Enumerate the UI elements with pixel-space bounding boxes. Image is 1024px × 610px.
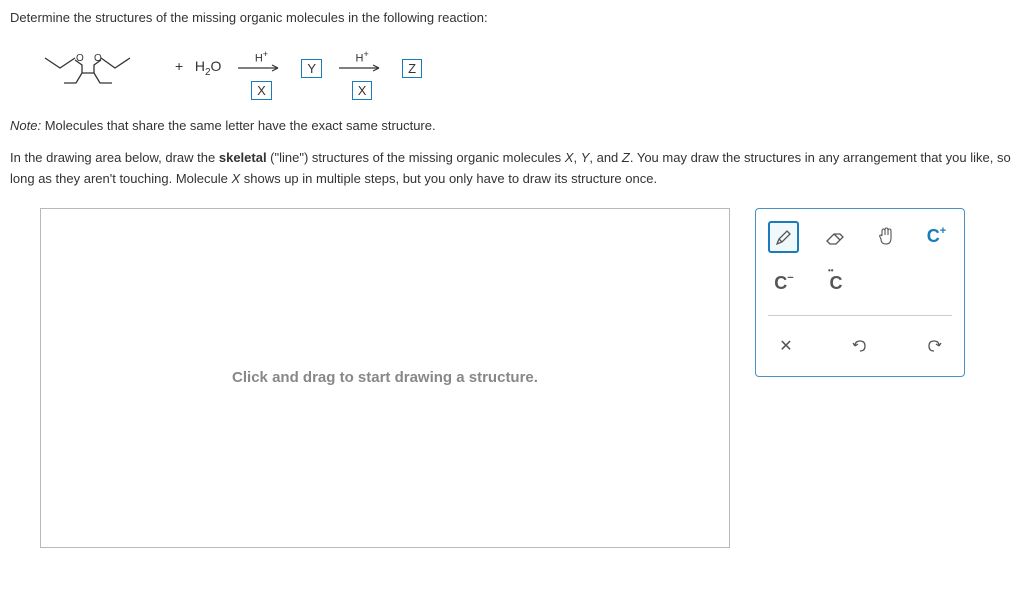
carbon-anion-tool[interactable]: C− [768,268,800,300]
carbon-radical-tool[interactable]: C •• [820,268,852,300]
undo-icon [850,336,870,356]
question-prompt: Determine the structures of the missing … [10,10,1014,25]
drawing-canvas[interactable]: Click and drag to start drawing a struct… [40,208,730,548]
eraser-tool[interactable] [819,221,850,253]
redo-button[interactable] [916,328,952,364]
eraser-icon [824,227,846,247]
arrow-2-label: H+ [355,49,368,65]
svg-text:O: O [76,53,84,64]
arrow-step-2: H+ X [337,63,387,73]
hand-tool[interactable] [870,221,901,253]
undo-button[interactable] [842,328,878,364]
svg-text:O: O [94,53,102,64]
note-text: Note: Molecules that share the same lett… [10,118,1014,133]
clear-button[interactable]: ✕ [768,328,804,364]
note-label: Note: [10,118,41,133]
arrow-1-label: H+ [255,49,268,65]
arrow-step-1: H+ X [236,63,286,73]
hand-icon [876,226,896,248]
instruction-paragraph: In the drawing area below, draw the skel… [10,148,1014,190]
starting-material-structure: O O [40,43,160,93]
byproduct-x-2: X [352,81,373,100]
workspace: Click and drag to start drawing a struct… [10,208,1014,548]
carbon-cation-tool[interactable]: C+ [921,221,952,253]
pencil-tool[interactable] [768,221,799,253]
reagent-text: + H2O [175,58,221,78]
intermediate-y: Y [301,59,322,78]
byproduct-x-1: X [251,81,272,100]
pencil-icon [774,227,794,247]
note-body: Molecules that share the same letter hav… [41,118,436,133]
drawing-toolbar: C+ C− C •• ✕ [755,208,965,377]
canvas-placeholder-text: Click and drag to start drawing a struct… [232,369,538,386]
product-z: Z [402,59,422,78]
close-icon: ✕ [779,336,792,356]
reaction-scheme: O O + H2O H+ X Y H+ X Z [40,43,1014,93]
redo-icon [924,336,944,356]
